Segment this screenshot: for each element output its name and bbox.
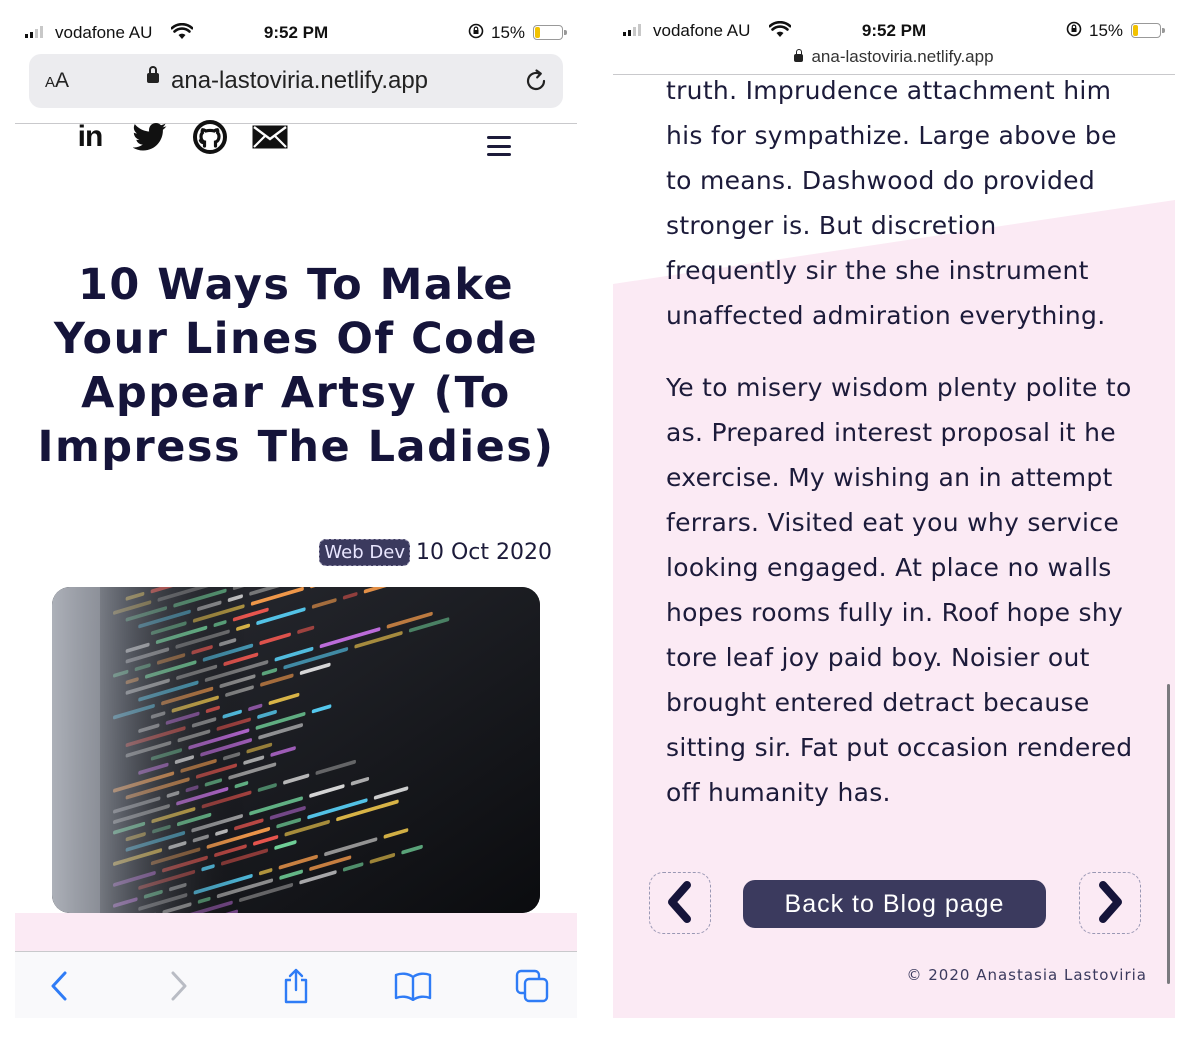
orientation-lock-icon	[468, 23, 484, 44]
post-date: 10 Oct 2020	[415, 540, 552, 565]
browser-toolbar	[15, 952, 577, 1018]
post-navigation: Back to Blog page	[649, 872, 1141, 936]
status-bar: vodafone AU 9:52 PM 15%	[15, 14, 577, 52]
social-links: in	[71, 120, 289, 154]
chevron-left-icon	[663, 880, 697, 927]
linkedin-icon[interactable]: in	[71, 120, 109, 154]
back-icon[interactable]	[39, 966, 79, 1006]
paragraph: Ye to misery wisdom plenty polite to as.…	[666, 373, 1133, 807]
battery-icon	[533, 25, 567, 40]
next-post-button[interactable]	[1079, 872, 1141, 934]
post-title: 10 Ways To Make Your Lines Of Code Appea…	[37, 260, 555, 472]
paragraph: truth. Imprudence attachment him his for…	[666, 76, 1117, 330]
github-icon[interactable]	[191, 120, 229, 154]
mail-icon[interactable]	[251, 120, 289, 154]
orientation-lock-icon	[1066, 21, 1082, 42]
post-cover-image	[52, 587, 540, 913]
lock-icon	[147, 66, 159, 83]
bookmarks-icon[interactable]	[393, 966, 433, 1006]
content-background	[15, 913, 577, 951]
menu-icon[interactable]	[487, 136, 511, 156]
url-text[interactable]: ana-lastoviria.netlify.app	[171, 67, 428, 95]
lock-icon	[794, 49, 804, 62]
tabs-icon[interactable]	[512, 966, 552, 1006]
reload-icon[interactable]	[523, 68, 549, 99]
battery-icon	[1131, 23, 1165, 38]
twitter-icon[interactable]	[131, 120, 169, 154]
right-screenshot: vodafone AU 9:52 PM 15% ana-lastoviria.n…	[613, 14, 1175, 1018]
back-to-blog-button[interactable]: Back to Blog page	[743, 880, 1046, 928]
post-meta: Web Dev 10 Oct 2020	[319, 539, 552, 566]
footer-copyright: © 2020 Anastasia Lastoviria	[906, 966, 1147, 984]
left-screenshot: vodafone AU 9:52 PM 15% AA ana-lastoviri…	[15, 14, 577, 1018]
scrollbar[interactable]	[1167, 684, 1170, 984]
compact-address-bar[interactable]: ana-lastoviria.netlify.app	[613, 47, 1175, 67]
chevron-right-icon	[1093, 880, 1127, 927]
share-icon[interactable]	[276, 966, 316, 1006]
post-body: truth. Imprudence attachment him his for…	[666, 68, 1136, 842]
battery-percentage: 15%	[491, 23, 526, 42]
previous-post-button[interactable]	[649, 872, 711, 934]
url-text: ana-lastoviria.netlify.app	[811, 47, 994, 66]
address-bar[interactable]: AA ana-lastoviria.netlify.app	[29, 54, 563, 108]
category-tag[interactable]: Web Dev	[319, 539, 410, 566]
forward-icon[interactable]	[159, 966, 199, 1006]
battery-percentage: 15%	[1089, 21, 1124, 40]
text-size-button[interactable]: AA	[45, 69, 69, 93]
